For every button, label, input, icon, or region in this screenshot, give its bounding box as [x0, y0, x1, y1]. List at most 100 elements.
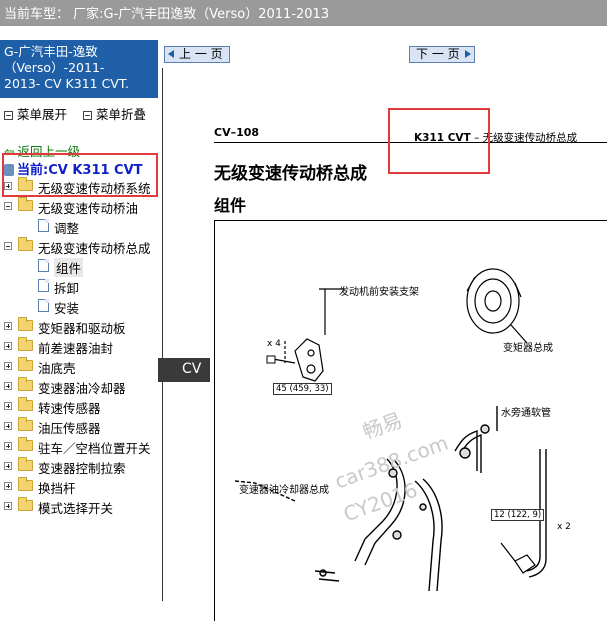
tree-expand-icon[interactable] — [4, 422, 12, 430]
tree-item-label: 组件 — [54, 258, 84, 277]
menu-expand-link[interactable]: 菜单展开 — [17, 107, 67, 122]
sidebar-header: G-广汽丰田-逸致 （Verso）-2011- 2013- CV K311 CV… — [0, 40, 158, 98]
content-area: 上 一 页 下 一 页 CV CV–108 K311 CVT – 无级变速传动桥… — [158, 40, 607, 621]
tree-item[interactable]: 无级变速传动桥油 — [0, 196, 158, 216]
label-water-hose: 水旁通软管 — [501, 408, 551, 419]
tree-expand-icon[interactable] — [4, 482, 12, 490]
torque-converter — [466, 268, 528, 344]
tree-item-label: 油压传感器 — [38, 421, 101, 436]
sidebar-title-line2: （Verso）-2011- — [4, 60, 105, 75]
tree-item[interactable]: 换挡杆 — [0, 476, 158, 496]
tree-item-label: 换挡杆 — [38, 481, 76, 496]
page-nav: 上 一 页 下 一 页 — [158, 40, 607, 68]
prev-arrow-icon — [168, 50, 174, 58]
tree-item[interactable]: 前差速器油封 — [0, 336, 158, 356]
folder-icon — [18, 337, 33, 351]
tree-item-label: 无级变速传动桥总成 — [38, 241, 151, 256]
folder-icon — [18, 377, 33, 391]
expand-icon — [4, 111, 13, 120]
torque-spec-45: 45 (459, 33) — [273, 383, 332, 395]
tree-item-label: 前差速器油封 — [38, 341, 114, 356]
component-diagram: 发动机前安装支架 变矩器总成 水旁通软管 变速器油冷却器总成 x 4 45 (4… — [214, 220, 607, 621]
page-title: 无级变速传动桥总成 — [214, 164, 367, 184]
document-icon — [38, 299, 49, 312]
bolt-icon — [266, 355, 276, 364]
page-reference: CV–108 — [214, 126, 260, 139]
sidebar-title-line1: G-广汽丰田-逸致 — [4, 44, 98, 59]
title-bar: 当前车型： 厂家:G-广汽丰田逸致（Verso）2011-2013 — [0, 0, 607, 26]
label-cooler-pipe: 变速器油冷却器总成 — [239, 485, 329, 496]
tree-item-label: 转速传感器 — [38, 401, 101, 416]
tree-item-label: 调整 — [54, 221, 80, 236]
tree-item[interactable]: 无级变速传动桥总成 — [0, 236, 158, 256]
label-qty-x2: x 2 — [557, 522, 571, 532]
torque-spec-12: 12 (122, 9) — [491, 509, 545, 521]
next-arrow-icon — [465, 50, 471, 58]
annotation-box-header — [388, 108, 490, 174]
tree-item[interactable]: 变速器控制拉索 — [0, 456, 158, 476]
tree-expand-icon[interactable] — [4, 382, 12, 390]
folder-icon — [18, 357, 33, 371]
prev-page-button[interactable]: 上 一 页 — [164, 46, 230, 63]
page-subtitle: 组件 — [214, 196, 247, 215]
sidebar-title-line3: 2013- CV K311 CVT. — [4, 76, 129, 91]
tree-item[interactable]: 转速传感器 — [0, 396, 158, 416]
sidebar: G-广汽丰田-逸致 （Verso）-2011- 2013- CV K311 CV… — [0, 40, 158, 601]
tree-item[interactable]: 组件 — [0, 256, 158, 277]
next-page-button[interactable]: 下 一 页 — [409, 46, 475, 63]
folder-icon — [18, 197, 33, 211]
content-divider — [162, 68, 163, 601]
navigation-tree: 无级变速传动桥系统 无级变速传动桥油 调整 无级变速传动桥总成 组件 拆卸 安装 变矩器和驱动… — [0, 176, 158, 516]
tree-expand-icon[interactable] — [4, 462, 12, 470]
menu-collapse-link[interactable]: 菜单折叠 — [96, 107, 146, 122]
water-bypass-hose — [454, 406, 547, 578]
menu-toggle-row: 菜单展开 菜单折叠 — [4, 104, 158, 123]
tree-item[interactable]: 驻车／空档位置开关 — [0, 436, 158, 456]
tree-item[interactable]: 变矩器和驱动板 — [0, 316, 158, 336]
folder-icon — [18, 397, 33, 411]
tree-expand-icon[interactable] — [4, 402, 12, 410]
tree-item-label: 变速器控制拉索 — [38, 461, 126, 476]
document-icon — [38, 219, 49, 232]
folder-icon — [18, 437, 33, 451]
tree-item[interactable]: 油压传感器 — [0, 416, 158, 436]
tree-expand-icon[interactable] — [4, 502, 12, 510]
tree-item[interactable]: 油底壳 — [0, 356, 158, 376]
tree-expand-icon[interactable] — [4, 362, 12, 370]
manual-page: CV–108 K311 CVT – 无级变速传动桥总成 无级变速传动桥总成 组件 — [214, 110, 607, 621]
tree-item[interactable]: 模式选择开关 — [0, 496, 158, 516]
label-qty-x4: x 4 — [267, 339, 281, 349]
annotation-box-sidebar — [2, 153, 158, 197]
prev-page-label: 上 一 页 — [179, 47, 223, 61]
tree-expand-icon[interactable] — [4, 322, 12, 330]
tree-item-label: 变矩器和驱动板 — [38, 321, 126, 336]
tree-item-label: 拆卸 — [54, 281, 80, 296]
tree-item-label: 安装 — [54, 301, 80, 316]
folder-icon — [18, 237, 33, 251]
folder-icon — [18, 317, 33, 331]
engine-mount-bracket — [272, 288, 345, 382]
section-tab-cv: CV — [158, 358, 210, 382]
folder-icon — [18, 497, 33, 511]
section-tab-label: CV — [182, 361, 202, 377]
label-engine-mount: 发动机前安装支架 — [339, 287, 419, 298]
hose-clamp-bracket — [500, 542, 536, 574]
tree-item[interactable]: 变速器油冷却器 — [0, 376, 158, 396]
tree-collapse-icon[interactable] — [4, 242, 12, 250]
label-torque-converter: 变矩器总成 — [503, 343, 553, 354]
tree-item-label: 无级变速传动桥油 — [38, 201, 139, 216]
folder-icon — [18, 457, 33, 471]
tree-item[interactable]: 调整 — [0, 216, 158, 236]
tree-item-label: 变速器油冷却器 — [38, 381, 126, 396]
tree-expand-icon[interactable] — [4, 442, 12, 450]
tree-item-label: 模式选择开关 — [38, 501, 114, 516]
tree-collapse-icon[interactable] — [4, 202, 12, 210]
tree-expand-icon[interactable] — [4, 342, 12, 350]
document-icon — [38, 259, 49, 272]
collapse-icon — [83, 111, 92, 120]
tree-item[interactable]: 拆卸 — [0, 276, 158, 296]
next-page-label: 下 一 页 — [416, 47, 460, 61]
tree-item-label: 油底壳 — [38, 361, 76, 376]
folder-icon — [18, 477, 33, 491]
tree-item[interactable]: 安装 — [0, 296, 158, 316]
